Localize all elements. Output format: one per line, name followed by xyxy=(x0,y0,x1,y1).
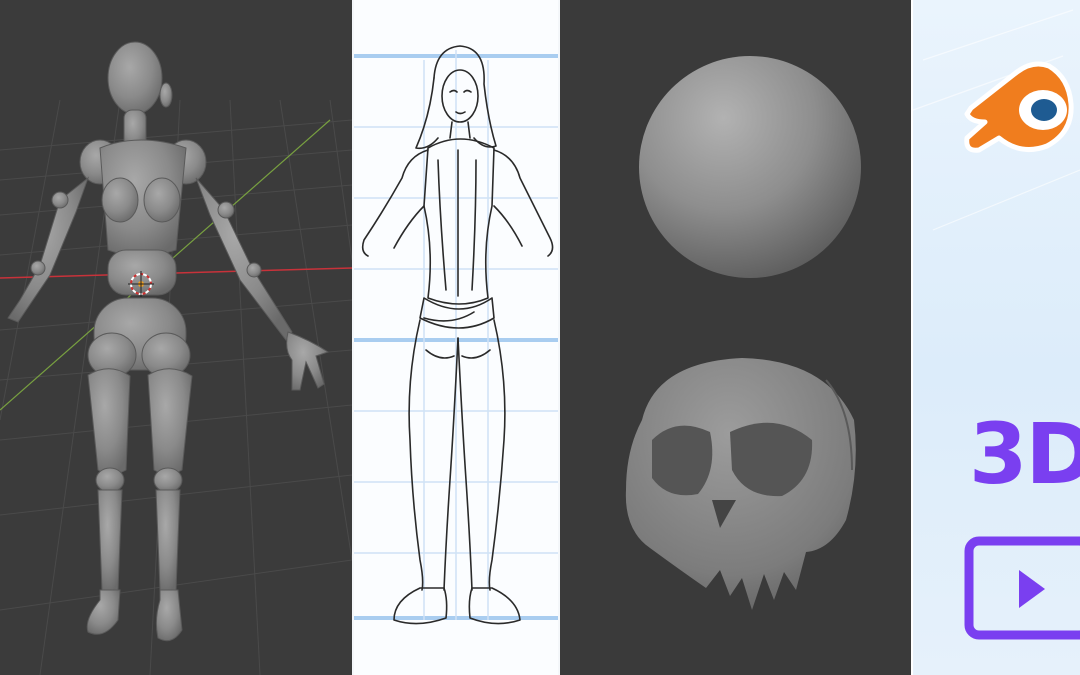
brand-panel: 3D xyxy=(913,0,1080,675)
character-sketch xyxy=(354,45,558,625)
mannequin-figure xyxy=(7,41,330,642)
play-video-icon[interactable] xyxy=(964,536,1080,640)
blender-logo-icon xyxy=(964,61,1074,153)
sculpt-panel xyxy=(560,0,911,675)
brand-3d-text: 3D xyxy=(969,405,1080,503)
sketch-panel xyxy=(354,0,558,675)
brand-graphics xyxy=(913,9,1080,640)
sphere-sculpt xyxy=(639,56,861,278)
figure-lineart xyxy=(361,45,554,625)
skull-sculpt xyxy=(625,358,856,610)
mannequin-3d-viewport[interactable] xyxy=(0,0,352,675)
guide-lines xyxy=(354,50,558,620)
viewport-panel[interactable] xyxy=(0,0,352,675)
sculpt-view xyxy=(625,56,861,610)
